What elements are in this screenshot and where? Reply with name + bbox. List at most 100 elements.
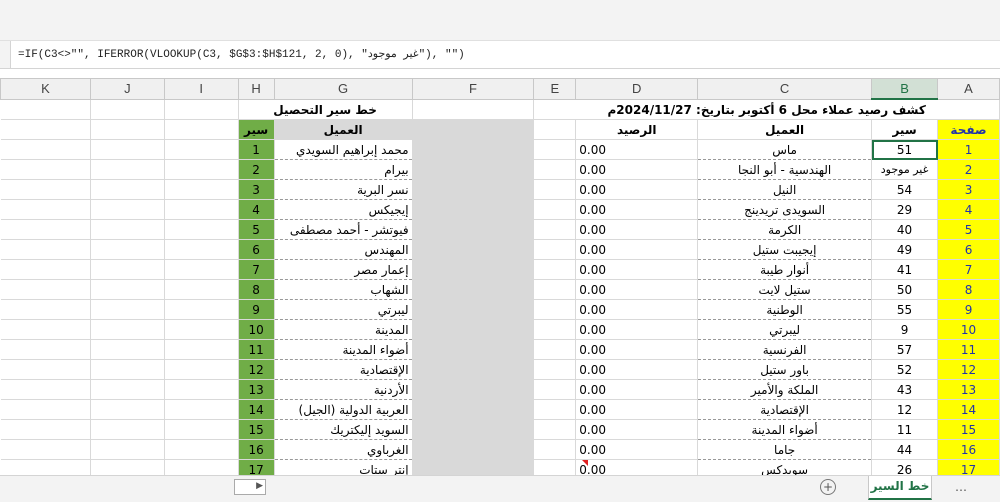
empty-cell[interactable] bbox=[412, 379, 535, 400]
route-h-cell[interactable]: 9 bbox=[238, 299, 275, 320]
client-cell[interactable]: ماس bbox=[697, 139, 873, 160]
page-cell[interactable]: 10 bbox=[937, 319, 1000, 340]
route-h-cell[interactable]: 5 bbox=[238, 219, 275, 240]
route-cell[interactable]: 43 bbox=[871, 379, 939, 400]
route-cell[interactable]: 52 bbox=[871, 359, 939, 380]
empty-cell[interactable] bbox=[90, 239, 165, 260]
client-cell[interactable]: الكرمة bbox=[697, 219, 873, 240]
empty-cell[interactable] bbox=[533, 199, 577, 220]
client-g-cell[interactable]: نسر البرية bbox=[274, 179, 413, 200]
balance-cell[interactable]: 0.00 bbox=[575, 199, 699, 220]
balance-cell[interactable]: 0.00 bbox=[575, 459, 699, 475]
empty-cell[interactable] bbox=[0, 359, 91, 380]
route-cell[interactable]: 50 bbox=[871, 279, 939, 300]
client-g-cell[interactable]: المهندس bbox=[274, 239, 413, 260]
route-h-cell[interactable]: 12 bbox=[238, 359, 275, 380]
route-h-cell[interactable]: 13 bbox=[238, 379, 275, 400]
balance-cell[interactable]: 0.00 bbox=[575, 139, 699, 160]
client-g-cell[interactable]: إعمار مصر bbox=[274, 259, 413, 280]
balance-cell[interactable]: 0.00 bbox=[575, 339, 699, 360]
column-header-g[interactable]: G bbox=[273, 78, 413, 100]
client-cell[interactable]: الهندسية - أبو النجا bbox=[697, 159, 873, 180]
empty-cell[interactable] bbox=[0, 239, 91, 260]
empty-cell[interactable] bbox=[0, 279, 91, 300]
empty-cell[interactable] bbox=[0, 119, 91, 140]
balance-cell[interactable]: 0.00 bbox=[575, 399, 699, 420]
empty-cell[interactable] bbox=[90, 119, 165, 140]
route-h-cell[interactable]: 8 bbox=[238, 279, 275, 300]
balance-cell[interactable]: 0.00 bbox=[575, 259, 699, 280]
empty-cell[interactable] bbox=[164, 339, 239, 360]
page-cell[interactable]: 9 bbox=[937, 299, 1000, 320]
client-g-cell[interactable]: ليبرتي bbox=[274, 299, 413, 320]
empty-cell[interactable] bbox=[0, 419, 91, 440]
page-cell[interactable]: 12 bbox=[937, 359, 1000, 380]
client-cell[interactable]: إيجيبت ستيل bbox=[697, 239, 873, 260]
empty-cell[interactable] bbox=[412, 259, 535, 280]
empty-cell[interactable] bbox=[533, 279, 577, 300]
empty-cell[interactable] bbox=[164, 459, 239, 475]
balance-cell[interactable]: 0.00 bbox=[575, 319, 699, 340]
empty-cell[interactable] bbox=[412, 299, 535, 320]
balance-cell[interactable]: 0.00 bbox=[575, 379, 699, 400]
route-h-cell[interactable]: 10 bbox=[238, 319, 275, 340]
add-sheet-button[interactable]: + bbox=[820, 479, 836, 495]
empty-cell[interactable] bbox=[164, 179, 239, 200]
page-cell[interactable]: 16 bbox=[937, 439, 1000, 460]
more-sheets-icon[interactable]: … bbox=[955, 480, 967, 494]
client-g-cell[interactable]: إنتر ستات bbox=[274, 459, 413, 475]
client-cell[interactable]: الملكة والأمير bbox=[697, 379, 873, 400]
empty-cell[interactable] bbox=[412, 179, 535, 200]
balance-cell[interactable]: 0.00 bbox=[575, 219, 699, 240]
page-cell[interactable]: 14 bbox=[937, 399, 1000, 420]
empty-cell[interactable] bbox=[533, 259, 577, 280]
route-cell[interactable]: 44 bbox=[871, 439, 939, 460]
column-header-j[interactable]: J bbox=[89, 78, 165, 100]
empty-cell[interactable] bbox=[0, 459, 91, 475]
empty-cell[interactable] bbox=[0, 439, 91, 460]
empty-cell[interactable] bbox=[533, 239, 577, 260]
empty-cell[interactable] bbox=[412, 139, 535, 160]
route-h-cell[interactable]: 17 bbox=[238, 459, 275, 475]
empty-cell[interactable] bbox=[0, 219, 91, 240]
route-cell[interactable]: 49 bbox=[871, 239, 939, 260]
client-cell[interactable]: الوطنية bbox=[697, 299, 873, 320]
route-h-cell[interactable]: 2 bbox=[238, 159, 275, 180]
client-cell[interactable]: ستيل لايت bbox=[697, 279, 873, 300]
empty-cell[interactable] bbox=[164, 239, 239, 260]
route-h-cell[interactable]: 11 bbox=[238, 339, 275, 360]
empty-cell[interactable] bbox=[90, 179, 165, 200]
empty-cell[interactable] bbox=[164, 159, 239, 180]
empty-cell[interactable] bbox=[533, 319, 577, 340]
client-cell[interactable]: باور ستيل bbox=[697, 359, 873, 380]
route-h-cell[interactable]: 7 bbox=[238, 259, 275, 280]
route-h-cell[interactable]: 1 bbox=[238, 139, 275, 160]
client-cell[interactable]: ليبرتي bbox=[697, 319, 873, 340]
empty-cell[interactable] bbox=[0, 139, 91, 160]
route-cell[interactable]: 41 bbox=[871, 259, 939, 280]
route-cell[interactable]: 54 bbox=[871, 179, 939, 200]
worksheet-grid[interactable]: A B C D E F G H I J K كشف رصيد عملاء محل 6 أكتوبر ب… bbox=[0, 78, 1000, 475]
page-cell[interactable]: 6 bbox=[937, 239, 1000, 260]
empty-cell[interactable] bbox=[164, 439, 239, 460]
column-header-d[interactable]: D bbox=[575, 78, 699, 100]
empty-cell[interactable] bbox=[164, 359, 239, 380]
route-cell[interactable]: 11 bbox=[871, 419, 939, 440]
client-g-cell[interactable]: المدينة bbox=[274, 319, 413, 340]
empty-cell[interactable] bbox=[412, 359, 535, 380]
empty-cell[interactable] bbox=[164, 299, 239, 320]
empty-cell[interactable] bbox=[0, 299, 91, 320]
empty-cell[interactable] bbox=[164, 279, 239, 300]
route-h-cell[interactable]: 15 bbox=[238, 419, 275, 440]
client-cell[interactable]: جاما bbox=[697, 439, 873, 460]
column-header-f[interactable]: F bbox=[411, 78, 535, 100]
empty-cell[interactable] bbox=[0, 379, 91, 400]
label-route[interactable]: سير bbox=[871, 119, 939, 140]
empty-cell[interactable] bbox=[0, 399, 91, 420]
empty-cell[interactable] bbox=[533, 219, 577, 240]
empty-cell[interactable] bbox=[412, 319, 535, 340]
route-h-cell[interactable]: 6 bbox=[238, 239, 275, 260]
balance-cell[interactable]: 0.00 bbox=[575, 159, 699, 180]
empty-cell[interactable] bbox=[533, 419, 577, 440]
empty-cell[interactable] bbox=[0, 199, 91, 220]
